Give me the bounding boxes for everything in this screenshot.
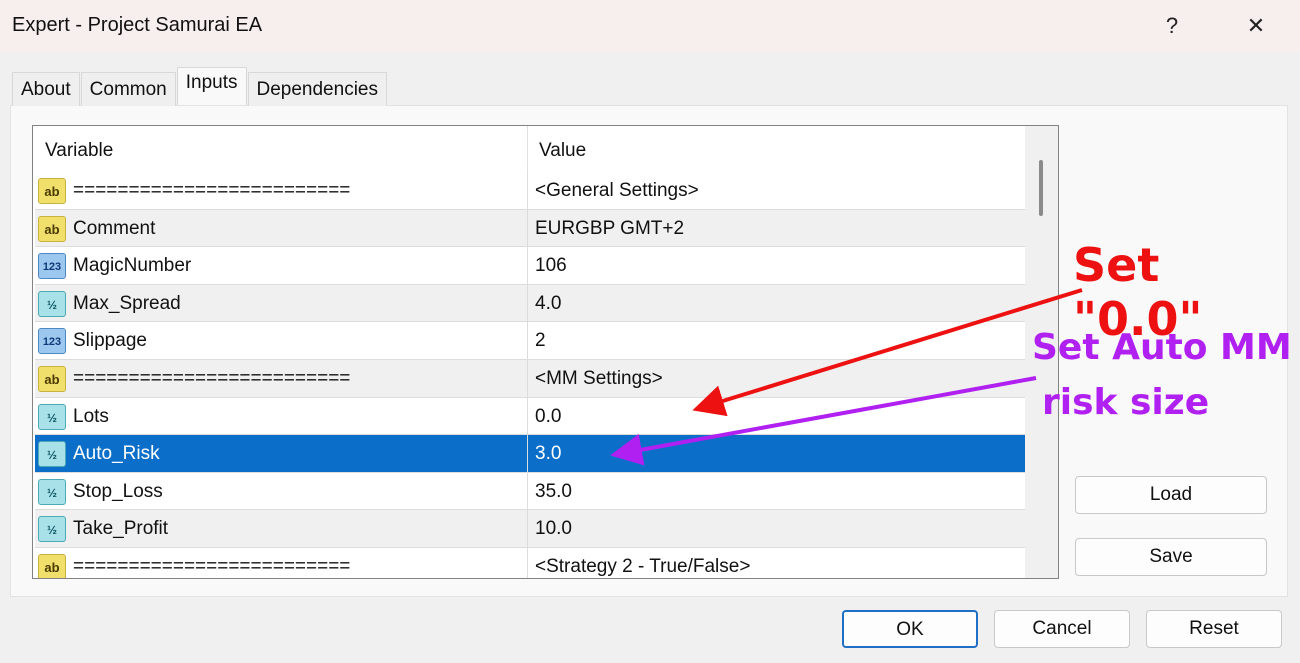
red-arrow	[692, 288, 1083, 417]
annotation-auto-mm-line1: Set Auto MM	[1032, 327, 1292, 368]
purple-arrow	[610, 376, 1037, 466]
annotation-auto-mm-line2: risk size	[1042, 382, 1210, 423]
